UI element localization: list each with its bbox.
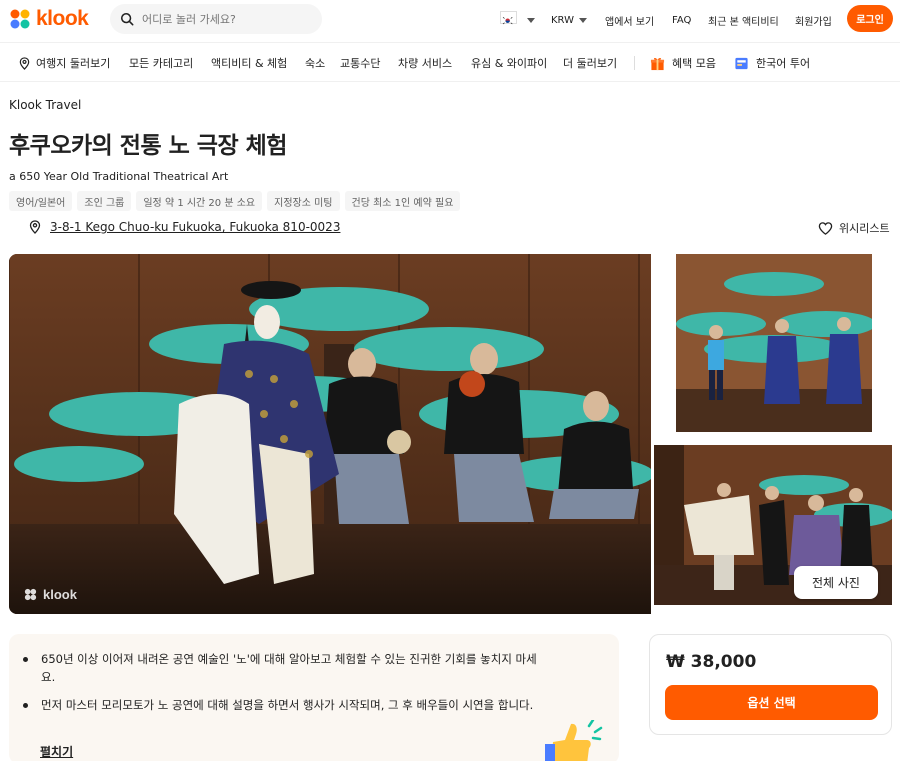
app-link[interactable]: 앱에서 보기 bbox=[605, 0, 654, 40]
booking-card: ₩ 38,000 옵션 선택 bbox=[649, 634, 892, 735]
address-row[interactable]: 3-8-1 Kego Chuo-ku Fukuoka, Fukuoka 810-… bbox=[28, 220, 340, 234]
search-icon bbox=[120, 12, 134, 26]
nav-car-services[interactable]: 차량 서비스 bbox=[398, 55, 452, 71]
login-button[interactable]: 로그인 bbox=[847, 5, 893, 32]
tag-group-type: 조인 그룹 bbox=[77, 191, 132, 211]
currency-dropdown[interactable]: KRW bbox=[551, 0, 587, 40]
heart-icon bbox=[818, 221, 833, 235]
location-pin-icon bbox=[29, 220, 41, 234]
expand-link[interactable]: 펼치기 bbox=[40, 743, 73, 760]
faq-link[interactable]: FAQ bbox=[672, 0, 691, 40]
watermark-text: klook bbox=[43, 587, 77, 602]
address-link[interactable]: 3-8-1 Kego Chuo-ku Fukuoka, Fukuoka 810-… bbox=[50, 220, 340, 234]
search-bar[interactable] bbox=[110, 4, 322, 34]
tour-guide-icon bbox=[735, 57, 748, 69]
nav-transport[interactable]: 교통수단 bbox=[340, 55, 380, 71]
highlight-item: 650년 이상 이어져 내려온 공연 예술인 '노'에 대해 알아보고 체험할 … bbox=[41, 652, 537, 684]
nav-korean-tours[interactable]: 한국어 투어 bbox=[734, 55, 810, 71]
wishlist-button[interactable]: 위시리스트 bbox=[818, 220, 890, 236]
wishlist-label: 위시리스트 bbox=[839, 222, 890, 235]
highlights-box: 650년 이상 이어져 내려온 공연 예술인 '노'에 대해 알아보고 체험할 … bbox=[9, 634, 619, 761]
price: ₩ 38,000 bbox=[666, 652, 757, 672]
nav-all-categories[interactable]: 모든 카테고리 bbox=[129, 55, 193, 71]
tag-language: 영어/일본어 bbox=[9, 191, 73, 211]
nav-deals[interactable]: 혜택 모음 bbox=[650, 55, 716, 71]
highlight-item: 먼저 마스터 모리모토가 노 공연에 대해 설명을 하면서 행사가 시작되며, … bbox=[41, 698, 534, 712]
language-dropdown[interactable] bbox=[522, 0, 535, 40]
nav-label: 한국어 투어 bbox=[756, 57, 811, 70]
location-pin-icon bbox=[19, 56, 30, 70]
page-title: 후쿠오카의 전통 노 극장 체험 bbox=[9, 133, 287, 159]
stage-group-photo bbox=[676, 254, 872, 432]
klook-logo[interactable]: klook bbox=[8, 6, 89, 32]
recent-viewed-link[interactable]: 최근 본 액티비티 bbox=[708, 0, 779, 40]
gallery-photo-2[interactable] bbox=[676, 254, 872, 432]
currency-label: KRW bbox=[551, 14, 574, 26]
bullet-point bbox=[23, 657, 28, 662]
chevron-down-icon bbox=[579, 17, 587, 23]
search-input[interactable] bbox=[142, 12, 312, 26]
page-subtitle: a 650 Year Old Traditional Theatrical Ar… bbox=[9, 170, 229, 183]
signup-link[interactable]: 회원가입 bbox=[795, 0, 832, 40]
nav-sim-wifi[interactable]: 유심 & 와이파이 bbox=[471, 55, 547, 71]
operator-brand[interactable]: Klook Travel bbox=[9, 98, 81, 112]
gift-icon bbox=[650, 57, 665, 70]
top-header: klook KRW 앱에서 보기 FAQ 최근 본 액티비티 회원가입 로그인 bbox=[0, 0, 900, 40]
nav-more[interactable]: 더 둘러보기 bbox=[563, 55, 617, 71]
view-all-photos-button[interactable]: 전체 사진 bbox=[794, 566, 878, 599]
logo-text: klook bbox=[36, 7, 89, 30]
nav-destinations[interactable]: 여행지 둘러보기 bbox=[18, 55, 110, 71]
klook-watermark-icon bbox=[24, 588, 37, 601]
bullet-point bbox=[23, 703, 28, 708]
thumbs-up-icon bbox=[545, 720, 603, 761]
tag-duration: 일정 약 1 시간 20 분 소요 bbox=[136, 191, 263, 211]
chevron-down-icon bbox=[527, 17, 535, 23]
main-photo[interactable]: klook bbox=[9, 254, 651, 614]
category-nav: 여행지 둘러보기 모든 카테고리 액티비티 & 체험 숙소 교통수단 차량 서비… bbox=[0, 42, 900, 82]
nav-label: 혜택 모음 bbox=[672, 57, 716, 70]
nav-label: 여행지 둘러보기 bbox=[36, 57, 111, 70]
activity-tags: 영어/일본어 조인 그룹 일정 약 1 시간 20 분 소요 지정장소 미팅 건… bbox=[9, 191, 461, 211]
tag-min-booking: 건당 최소 1인 예약 필요 bbox=[344, 191, 461, 211]
korea-flag-icon[interactable] bbox=[500, 11, 517, 25]
select-option-button[interactable]: 옵션 선택 bbox=[665, 685, 878, 720]
klook-logo-icon bbox=[10, 9, 30, 29]
nav-stays[interactable]: 숙소 bbox=[305, 55, 325, 71]
noh-performance-photo bbox=[9, 254, 651, 614]
tag-meeting-point: 지정장소 미팅 bbox=[267, 191, 340, 211]
nav-divider bbox=[634, 56, 635, 70]
nav-activities[interactable]: 액티비티 & 체험 bbox=[211, 55, 287, 71]
photo-watermark: klook bbox=[23, 587, 77, 602]
